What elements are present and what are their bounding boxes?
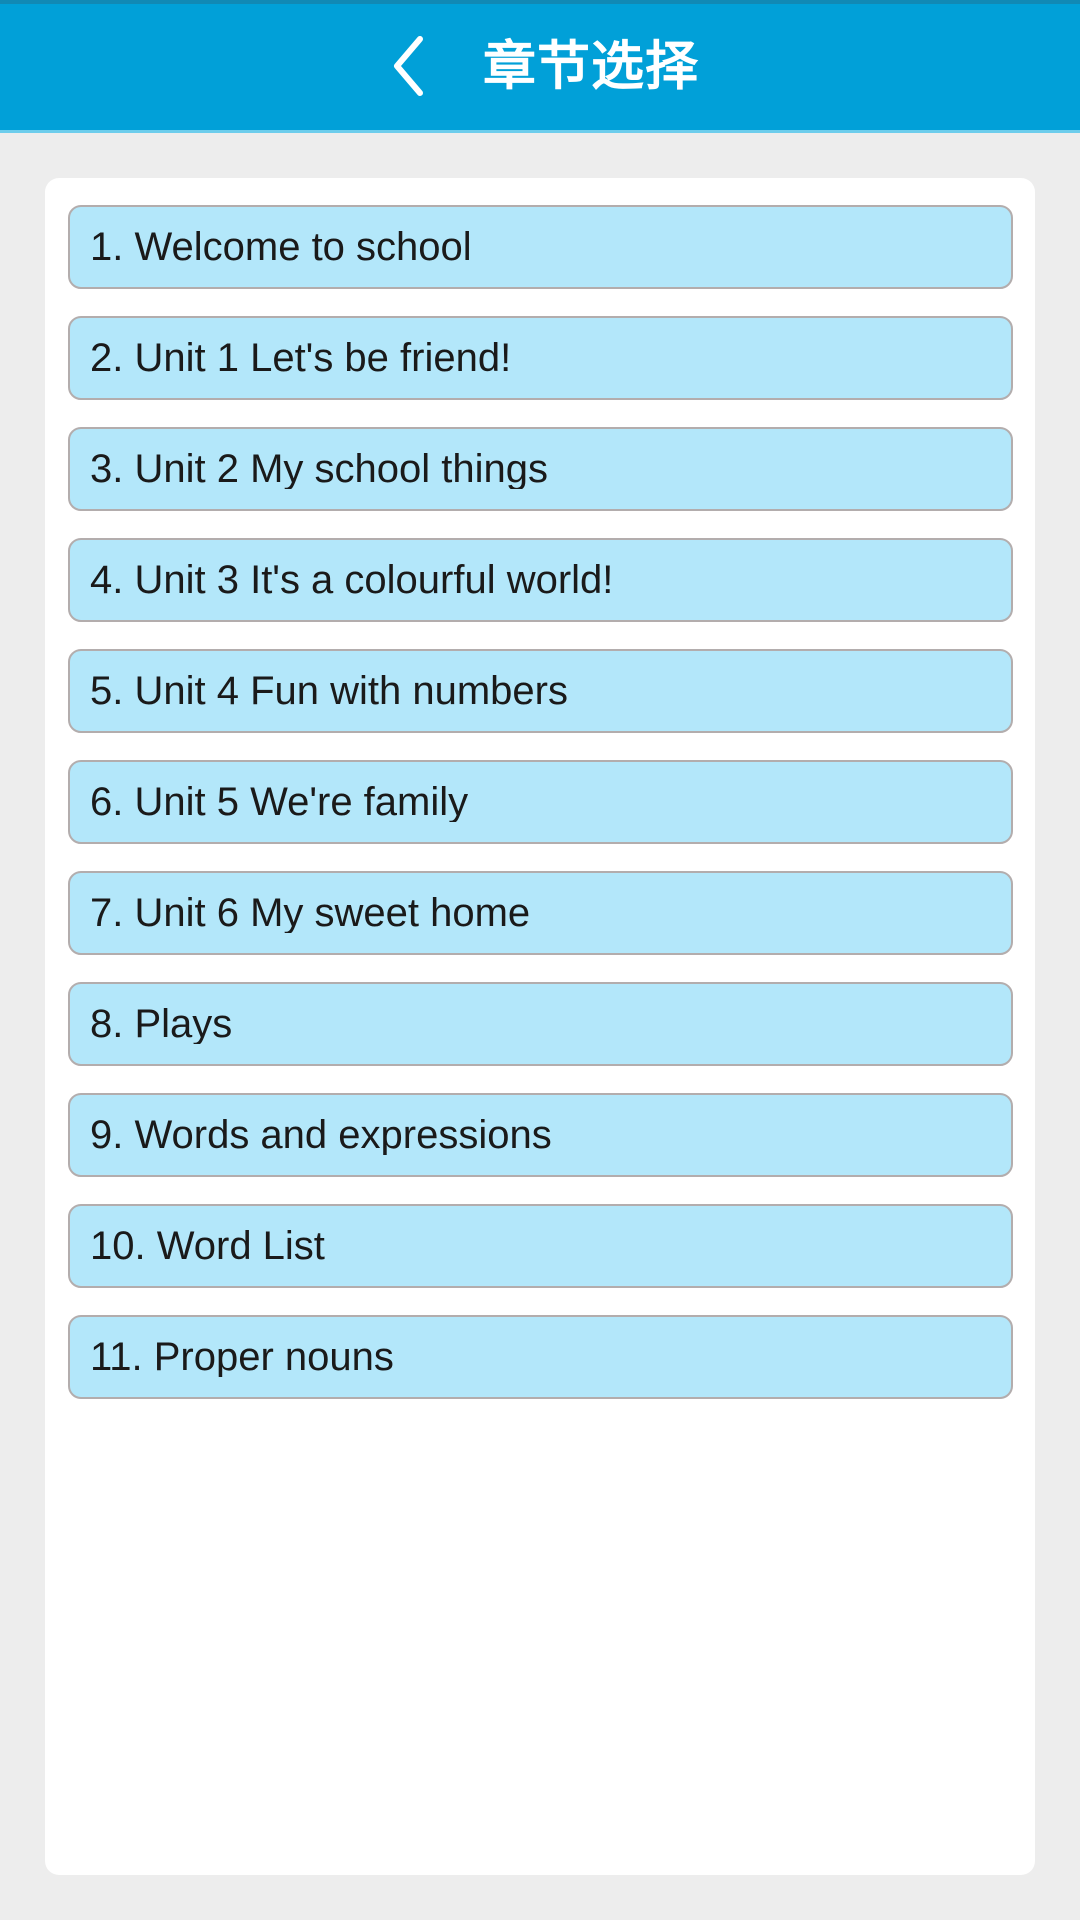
chapter-item-5[interactable]: 5. Unit 4 Fun with numbers bbox=[68, 649, 1013, 733]
chapter-item-11[interactable]: 11. Proper nouns bbox=[68, 1315, 1013, 1399]
chevron-left-icon bbox=[389, 35, 429, 97]
chapter-item-label: 9. Words and expressions bbox=[90, 1115, 552, 1155]
chapter-item-7[interactable]: 7. Unit 6 My sweet home bbox=[68, 871, 1013, 955]
page-title: 章节选择 bbox=[483, 36, 699, 96]
chapter-item-3[interactable]: 3. Unit 2 My school things bbox=[68, 427, 1013, 511]
page-body: 1. Welcome to school 2. Unit 1 Let's be … bbox=[0, 133, 1080, 1920]
chapter-item-10[interactable]: 10. Word List bbox=[68, 1204, 1013, 1288]
chapter-item-label: 7. Unit 6 My sweet home bbox=[90, 893, 531, 933]
app-header: 章节选择 bbox=[0, 0, 1080, 133]
chapter-item-label: 2. Unit 1 Let's be friend! bbox=[90, 338, 512, 378]
chapter-item-label: 5. Unit 4 Fun with numbers bbox=[90, 671, 568, 711]
chapter-item-9[interactable]: 9. Words and expressions bbox=[68, 1093, 1013, 1177]
chapter-item-label: 6. Unit 5 We're family bbox=[90, 782, 469, 822]
chapter-item-label: 8. Plays bbox=[90, 1004, 233, 1044]
chapter-item-label: 10. Word List bbox=[90, 1226, 325, 1266]
chapter-item-8[interactable]: 8. Plays bbox=[68, 982, 1013, 1066]
chapter-item-label: 11. Proper nouns bbox=[90, 1337, 394, 1377]
chapter-item-label: 1. Welcome to school bbox=[90, 227, 472, 267]
chapter-item-4[interactable]: 4. Unit 3 It's a colourful world! bbox=[68, 538, 1013, 622]
chapter-item-1[interactable]: 1. Welcome to school bbox=[68, 205, 1013, 289]
chapter-item-2[interactable]: 2. Unit 1 Let's be friend! bbox=[68, 316, 1013, 400]
chapter-item-6[interactable]: 6. Unit 5 We're family bbox=[68, 760, 1013, 844]
chapter-card: 1. Welcome to school 2. Unit 1 Let's be … bbox=[45, 178, 1035, 1875]
chapter-item-label: 4. Unit 3 It's a colourful world! bbox=[90, 560, 614, 600]
chapter-item-label: 3. Unit 2 My school things bbox=[90, 449, 548, 489]
back-button[interactable] bbox=[381, 32, 437, 100]
chapter-list: 1. Welcome to school 2. Unit 1 Let's be … bbox=[68, 205, 1013, 1399]
app-header-content: 章节选择 bbox=[381, 32, 699, 100]
